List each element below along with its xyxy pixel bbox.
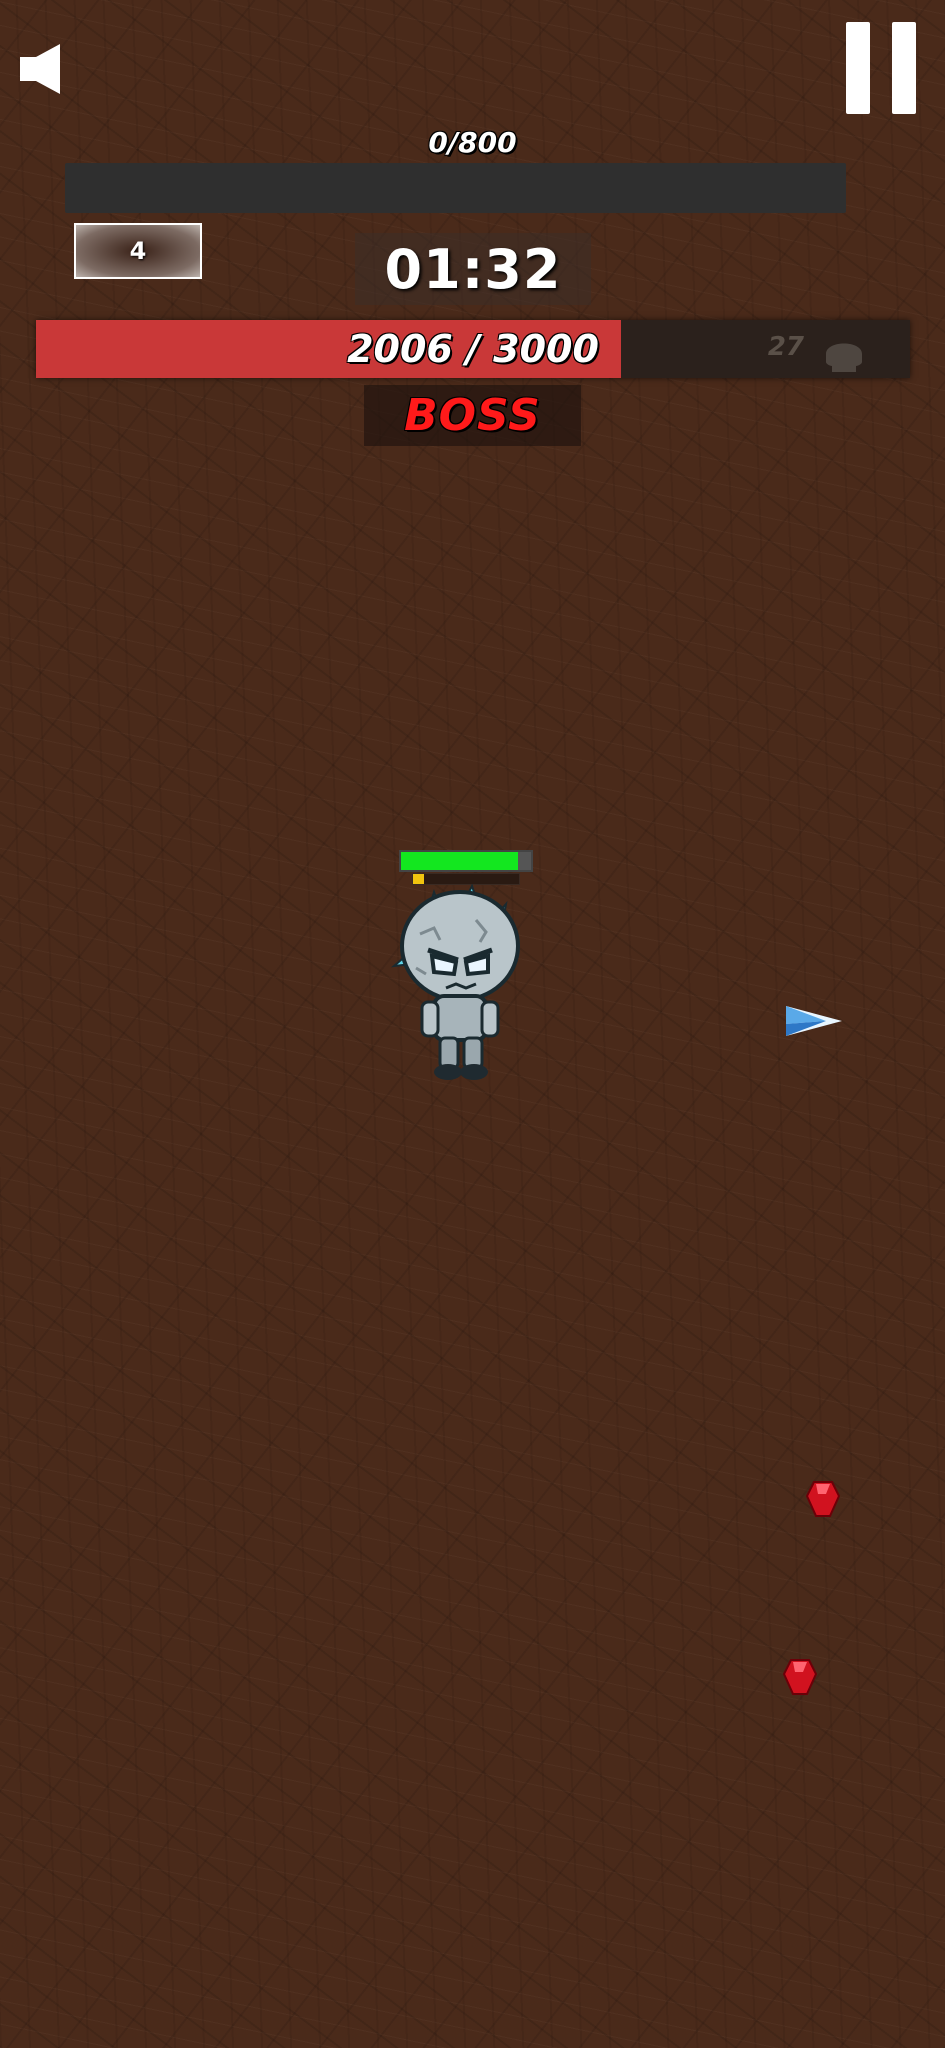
timer-value: 01:32 xyxy=(384,237,562,301)
speaker-icon xyxy=(20,44,60,94)
player-health-bar xyxy=(399,850,533,872)
xp-bar xyxy=(65,163,846,213)
sound-toggle-button[interactable] xyxy=(20,44,66,94)
kill-count: 27 xyxy=(767,332,804,362)
red-gem-icon xyxy=(806,1481,840,1517)
player-character xyxy=(390,884,520,1080)
boss-label-panel: BOSS xyxy=(364,385,581,446)
ice-shard-icon xyxy=(786,1006,842,1036)
boss-label: BOSS xyxy=(404,390,541,441)
timer-panel: 01:32 xyxy=(355,233,591,305)
level-value: 4 xyxy=(129,237,147,265)
player-xp-fill xyxy=(413,874,424,884)
red-gem-icon xyxy=(783,1659,817,1695)
level-badge: 4 xyxy=(74,223,202,279)
xp-counter: 0/800 xyxy=(428,126,517,159)
pause-button[interactable] xyxy=(846,22,920,116)
skull-icon xyxy=(826,343,862,372)
player-health-fill xyxy=(401,852,518,870)
boss-health-bar: 2006 / 3000 27 xyxy=(36,320,910,378)
